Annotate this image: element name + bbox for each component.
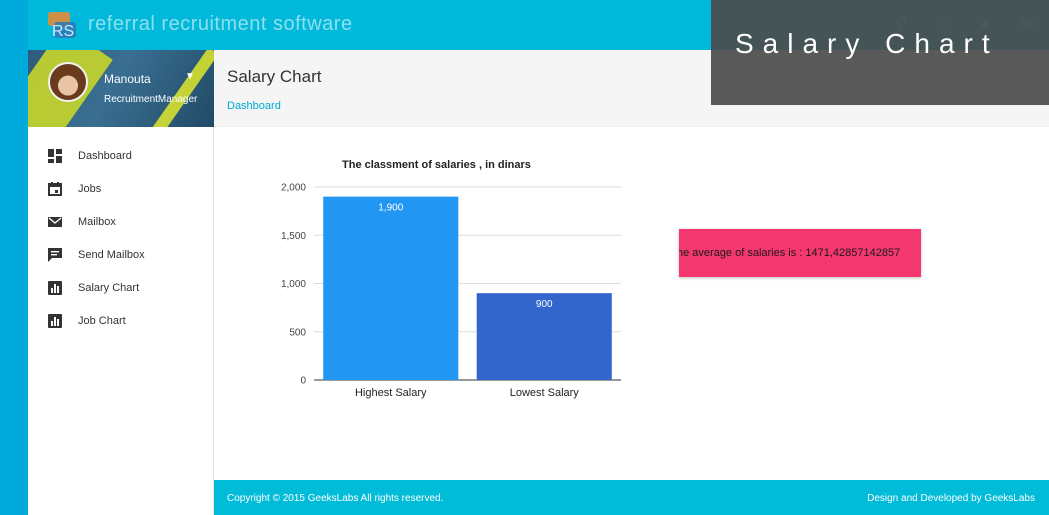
sidebar-item-label: Dashboard (78, 149, 132, 162)
y-tick-label: 1,500 (281, 231, 306, 242)
sidebar-item-label: Send Mailbox (78, 248, 145, 261)
sidebar-nav: Dashboard Jobs Mailbox Send Mailbox Sala… (28, 127, 213, 337)
svg-text:RS: RS (52, 23, 74, 40)
avatar[interactable] (48, 62, 88, 102)
bar-data-label: 900 (536, 299, 553, 310)
footer: Copyright © 2015 GeeksLabs All rights re… (214, 480, 1049, 515)
breadcrumb-dashboard[interactable]: Dashboard (227, 100, 281, 112)
sidebar-item-jobs[interactable]: Jobs (28, 172, 213, 205)
overlay-title: Salary Chart (735, 28, 999, 59)
logo-icon: RS (48, 12, 76, 40)
y-tick-label: 2,000 (281, 183, 306, 194)
sidebar-item-label: Job Chart (78, 314, 126, 327)
sidebar-item-dashboard[interactable]: Dashboard (28, 139, 213, 172)
mail-icon (48, 215, 62, 229)
sidebar: Manouta ▼ RecruitmentManager Dashboard J… (28, 50, 214, 515)
bar-data-label: 1,900 (378, 203, 403, 214)
brand-name[interactable]: referral recruitment software (88, 13, 353, 36)
y-tick-label: 1,000 (281, 279, 306, 290)
user-name: Manouta (104, 72, 151, 86)
user-profile[interactable]: Manouta ▼ RecruitmentManager (28, 50, 214, 127)
user-role: RecruitmentManager (104, 94, 198, 105)
calendar-icon (48, 181, 62, 196)
sidebar-item-label: Jobs (78, 182, 102, 195)
y-tick-label: 0 (300, 376, 306, 387)
salary-bar-chart: The classment of salaries , in dinars 0 50… (281, 159, 621, 399)
average-salary-text: he average of salaries is : 1471,4285714… (679, 247, 901, 259)
average-salary-box: he average of salaries is : 1471,4285714… (679, 229, 921, 277)
bar-chart-icon (48, 313, 62, 328)
sidebar-item-label: Mailbox (78, 215, 116, 228)
page-title: Salary Chart (227, 67, 322, 86)
main-content: The classment of salaries , in dinars 0 50… (214, 127, 1049, 480)
title-overlay: Salary Chart (711, 0, 1049, 105)
sidebar-item-label: Salary Chart (78, 281, 140, 294)
sidebar-item-mailbox[interactable]: Mailbox (28, 205, 213, 238)
sidebar-item-salary-chart[interactable]: Salary Chart (28, 271, 213, 304)
y-tick-label: 500 (289, 327, 306, 338)
sidebar-item-send-mailbox[interactable]: Send Mailbox (28, 238, 213, 271)
chevron-down-icon[interactable]: ▼ (185, 71, 195, 82)
app-window: RS referral recruitment software ⚲ ⛶ ♦ ✉… (28, 0, 1049, 515)
chat-icon (48, 247, 62, 262)
footer-copyright: Copyright © 2015 GeeksLabs All rights re… (227, 493, 444, 504)
footer-credit: Design and Developed by GeeksLabs (867, 493, 1035, 504)
profile-decoration-stripe (139, 50, 214, 127)
x-category-label: Lowest Salary (510, 387, 580, 399)
dashboard-icon (48, 148, 62, 163)
bar (323, 196, 459, 380)
bar-chart-icon (48, 280, 62, 295)
chart-title: The classment of salaries , in dinars (342, 159, 531, 171)
sidebar-item-job-chart[interactable]: Job Chart (28, 304, 213, 337)
x-category-label: Highest Salary (355, 387, 427, 399)
